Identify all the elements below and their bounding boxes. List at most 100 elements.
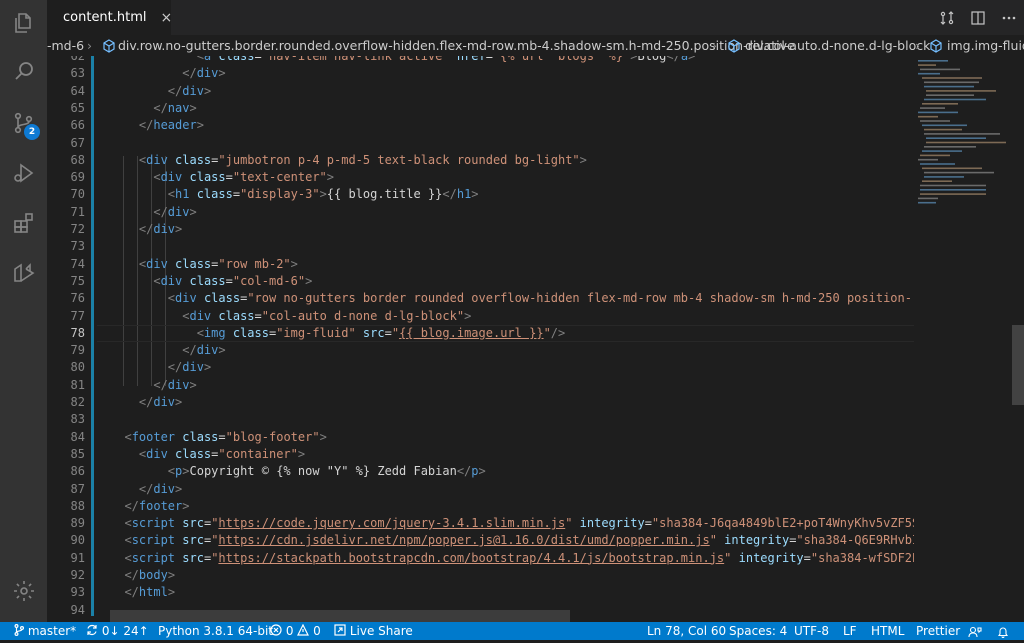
code-token: < <box>110 516 132 531</box>
code-token: class <box>182 170 226 185</box>
code-line[interactable]: </div> <box>110 377 196 394</box>
code-token: </ <box>110 100 168 115</box>
code-line[interactable]: </body> <box>110 567 175 584</box>
code-line[interactable]: <div class="row no-gutters border rounde… <box>110 290 914 307</box>
code-token: " <box>391 325 400 340</box>
code-line[interactable]: <div class="container"> <box>110 446 305 463</box>
code-token: > <box>189 100 197 115</box>
code-line[interactable]: </html> <box>110 584 175 601</box>
code-token: class <box>182 273 226 288</box>
breadcrumb-item[interactable]: -md-6 <box>47 35 84 56</box>
code-line[interactable]: <img class="img-fluid" src="{{ blog.imag… <box>110 325 566 342</box>
breadcrumb-item[interactable]: img.img-fluid <box>947 35 1024 56</box>
code-line[interactable]: </footer> <box>110 498 189 515</box>
code-line[interactable]: <p>Copyright © {% now "Y" %} Zedd Fabian… <box>110 463 486 480</box>
code-token: nav <box>167 100 190 115</box>
warning-icon <box>297 623 310 636</box>
code-line[interactable]: </div> <box>110 359 211 376</box>
vertical-scroll-thumb[interactable] <box>1012 325 1024 405</box>
branch-status[interactable]: master* <box>14 622 76 640</box>
extensions-button[interactable] <box>0 200 47 246</box>
code-line[interactable]: </div> <box>110 481 182 498</box>
minimap-line <box>924 81 979 84</box>
cursor-position[interactable]: Ln 78, Col 60 <box>647 622 726 640</box>
source-control-button[interactable]: 2 <box>0 100 47 146</box>
line-number: 63 <box>70 66 85 81</box>
code-line[interactable]: <h1 class="display-3">{{ blog.title }}</… <box>110 186 479 203</box>
indentation[interactable]: Spaces: 4 <box>729 622 787 640</box>
code-line[interactable]: </header> <box>110 117 204 134</box>
code-line[interactable]: <a class="nav-item nav-link active" href… <box>110 56 696 65</box>
search-icon <box>14 62 33 80</box>
code-line[interactable]: <div class="row mb-2"> <box>110 256 298 273</box>
code-line[interactable]: <div class="jumbotron p-4 p-md-5 text-bl… <box>110 152 587 169</box>
settings-button[interactable] <box>0 568 47 614</box>
breadcrumb-item[interactable]: div.row.no-gutters.border.rounded.overfl… <box>118 35 795 56</box>
language-mode[interactable]: HTML <box>871 622 904 640</box>
feedback-button[interactable] <box>968 625 982 643</box>
line-number-gutter[interactable]: 62 63 64 65 66 67 68 69 70 71 72 73 74 75 76 77 78 79 80 81… <box>47 56 97 622</box>
line-number: 62 <box>70 56 85 63</box>
code-line[interactable]: </div> <box>110 83 211 100</box>
code-line[interactable]: <script src="https://stackpath.bootstrap… <box>110 550 914 567</box>
notifications-button[interactable] <box>997 625 1009 643</box>
close-icon[interactable]: × <box>161 10 173 26</box>
breadcrumb-separator: › <box>712 38 717 53</box>
horizontal-scroll-thumb[interactable] <box>110 610 570 622</box>
code-line[interactable]: </div> <box>110 65 225 82</box>
code-line[interactable]: <div class="text-center"> <box>110 169 334 186</box>
code-token: </ <box>110 83 183 98</box>
breadcrumb-item[interactable]: div.col-auto.d-none.d-lg-block <box>745 35 930 56</box>
code-token: div <box>189 308 212 323</box>
error-count: 0 <box>285 624 294 638</box>
code-token: > <box>305 273 313 288</box>
code-line[interactable]: <script src="https://cdn.jsdelivr.net/np… <box>110 532 914 549</box>
code-token: < <box>110 446 147 461</box>
code-editor[interactable]: <a class="nav-item nav-link active" href… <box>97 56 914 622</box>
line-number: 91 <box>70 550 85 565</box>
code-line[interactable]: </div> <box>110 204 196 221</box>
code-token: < <box>110 187 176 202</box>
code-line[interactable]: <script src="https://code.jquery.com/jqu… <box>110 515 914 532</box>
encoding[interactable]: UTF-8 <box>794 622 829 640</box>
code-token: > <box>167 568 176 582</box>
line-number: 69 <box>70 170 85 185</box>
more-actions-button[interactable] <box>993 0 1024 35</box>
code-line[interactable]: </div> <box>110 221 182 238</box>
python-interpreter[interactable]: Python 3.8.1 64-bit <box>158 622 273 640</box>
minimap[interactable] <box>914 56 1010 622</box>
line-number: 66 <box>70 118 85 133</box>
formatter[interactable]: Prettier <box>916 622 960 640</box>
code-line[interactable]: <div class="col-md-6"> <box>110 273 312 290</box>
problems-status[interactable]: 0 0 <box>270 622 321 640</box>
explorer-button[interactable] <box>0 0 47 46</box>
run-debug-button[interactable] <box>0 150 47 196</box>
split-editor-button[interactable] <box>962 0 993 35</box>
sync-status[interactable]: 0↓ 24↑ <box>86 622 149 640</box>
minimap-line <box>924 146 976 148</box>
code-token: https://cdn.jsdelivr.net/npm/popper.js@1… <box>218 533 710 548</box>
more-actions-icon <box>1002 16 1015 19</box>
live-share-button[interactable] <box>0 250 47 296</box>
code-line[interactable]: </nav> <box>110 100 197 117</box>
compare-changes-button[interactable] <box>931 0 962 35</box>
live-share-status[interactable]: Live Share <box>334 622 413 640</box>
line-number: 92 <box>70 568 85 582</box>
code-line[interactable]: </div> <box>110 394 182 411</box>
code-token: div <box>146 446 168 461</box>
code-token: </ <box>110 66 197 81</box>
code-token: </ <box>110 585 139 600</box>
code-line[interactable]: <div class="col-auto d-none d-lg-block"> <box>110 308 471 325</box>
code-token: </ <box>110 377 168 392</box>
code-token: > <box>203 360 212 375</box>
code-line[interactable]: <footer class="blog-footer"> <box>110 429 326 446</box>
search-button[interactable] <box>0 48 47 94</box>
code-token: < <box>110 429 132 444</box>
code-token: > <box>297 446 306 461</box>
end-of-line[interactable]: LF <box>843 622 857 640</box>
code-line[interactable]: </div> <box>110 342 225 359</box>
code-token: class <box>211 308 255 323</box>
line-number: 78 <box>70 325 85 340</box>
minimap-line <box>920 107 945 109</box>
tab-content-html[interactable]: content.html × <box>47 0 173 35</box>
